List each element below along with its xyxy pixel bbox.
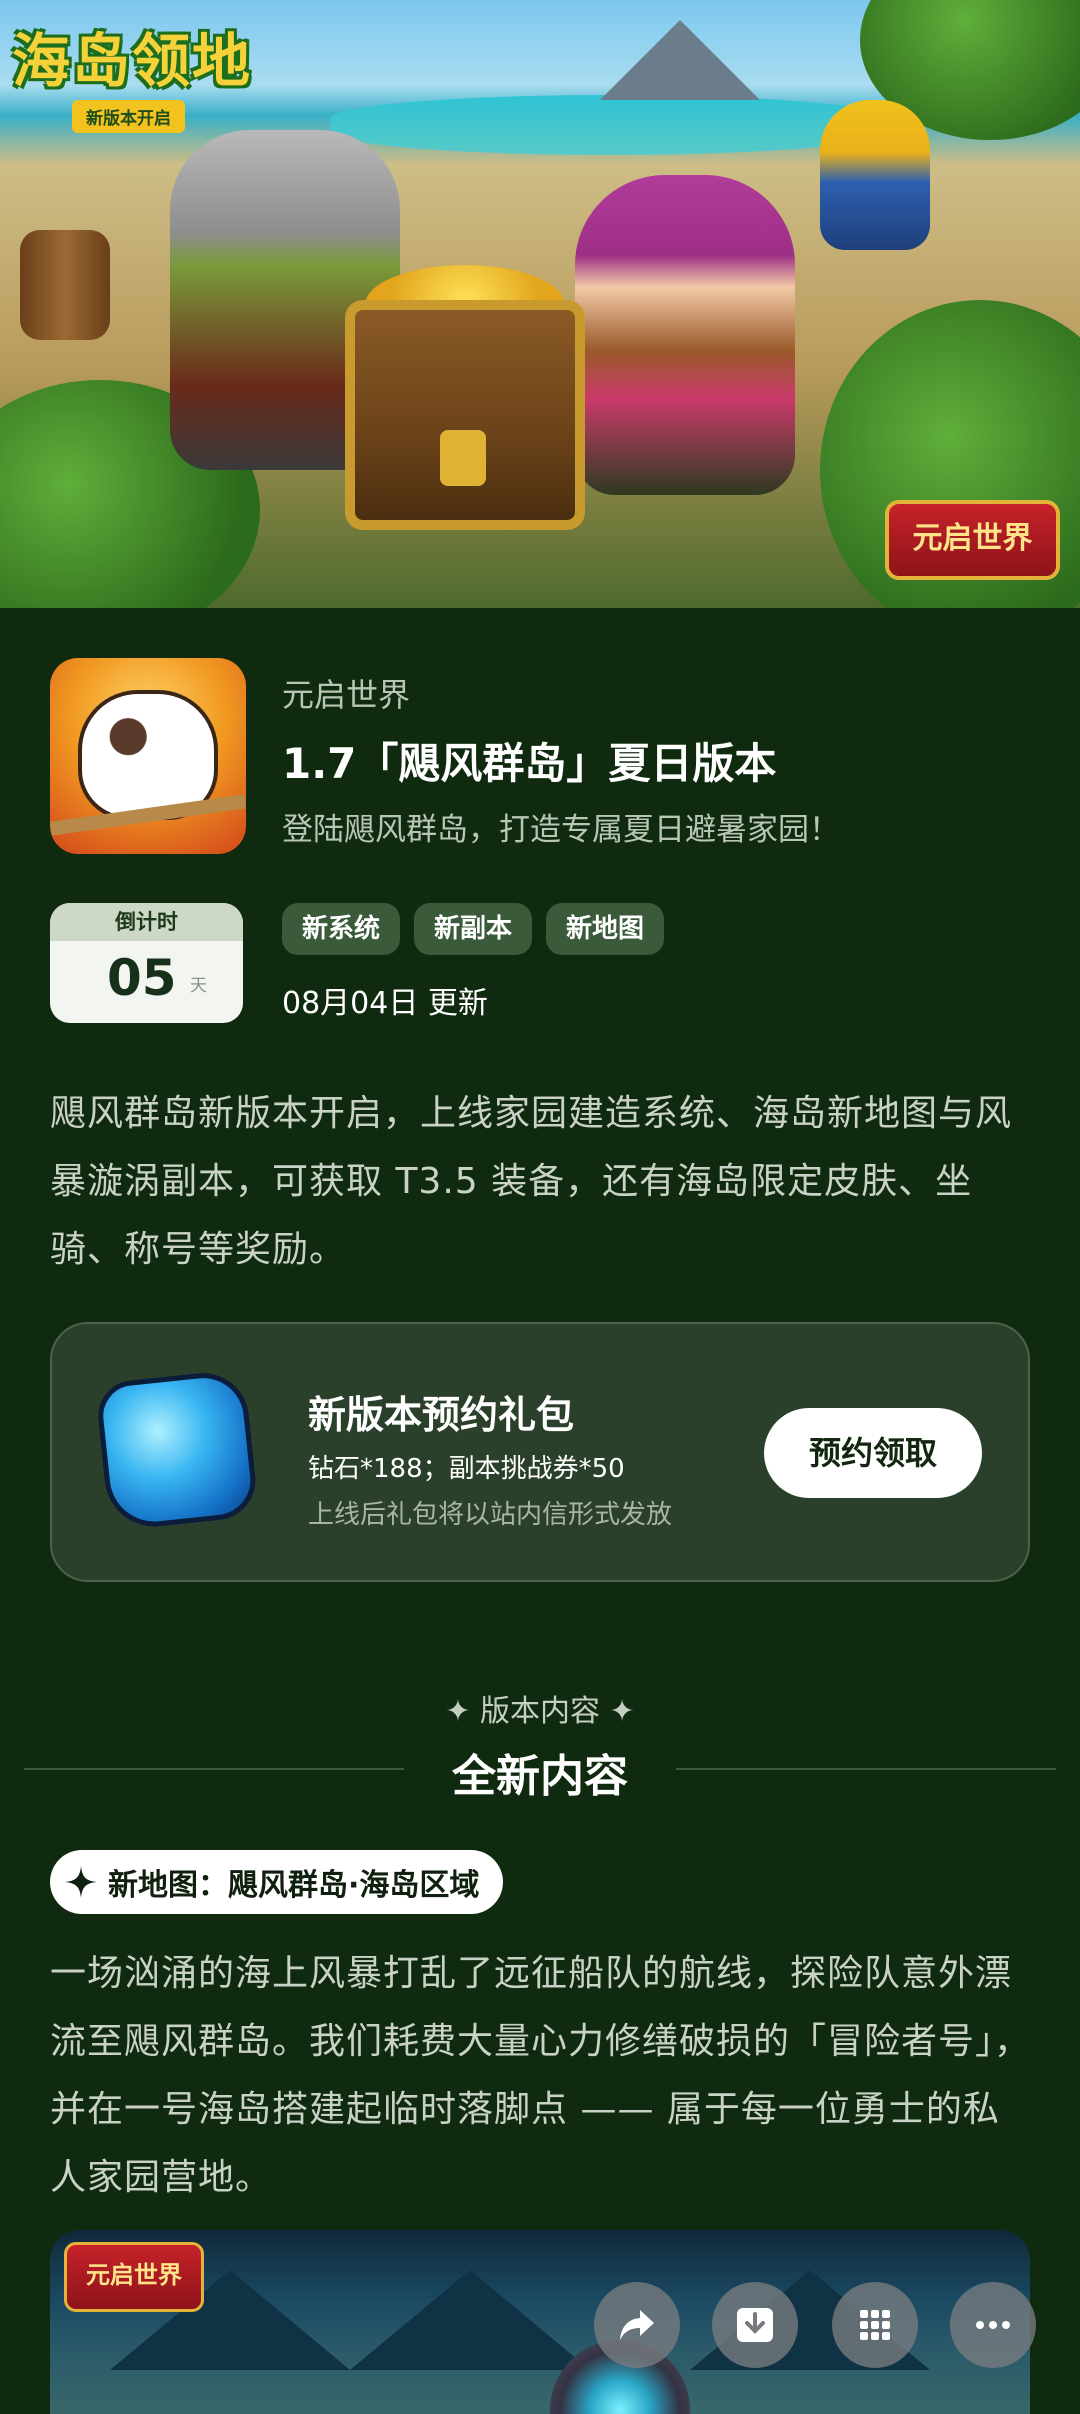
tag-new-system: 新系统 xyxy=(282,903,401,955)
diamond-gem-icon xyxy=(94,1368,260,1532)
game-logo-subtitle: 新版本开启 xyxy=(72,100,185,133)
more-icon xyxy=(976,2321,1010,2329)
countdown-value: 05 xyxy=(107,949,177,1007)
feature-pill: 新地图：飓风群岛·海岛区域 xyxy=(50,1850,504,1914)
astronaut-character xyxy=(820,100,930,250)
share-icon xyxy=(620,2310,654,2340)
brand-badge-text: 元启世界 xyxy=(912,521,1033,556)
hero-sea xyxy=(330,95,890,155)
countdown-box: 倒计时 05 天 xyxy=(50,903,243,1023)
download-button[interactable] xyxy=(712,2282,798,2368)
hero-banner: 海岛领地 新版本开启 元启世界 xyxy=(0,0,1080,608)
reserve-claim-button[interactable]: 预约领取 xyxy=(764,1408,982,1498)
hero-volcano xyxy=(600,20,760,100)
app-icon[interactable] xyxy=(50,658,246,854)
apps-button[interactable] xyxy=(832,2282,918,2368)
pirate-character xyxy=(575,175,795,495)
game-logo: 海岛领地 新版本开启 xyxy=(12,14,262,134)
section-title-row: 全新内容 xyxy=(24,1740,1056,1802)
page-title: 1.7「飓风群岛」夏日版本 xyxy=(282,739,777,788)
tag-new-dungeon: 新副本 xyxy=(414,903,533,955)
treasure-chest xyxy=(345,300,585,530)
feature-pill-label: 新地图：飓风群岛·海岛区域 xyxy=(108,1868,480,1903)
game-logo-title: 海岛领地 xyxy=(12,27,253,95)
divider-right xyxy=(676,1768,1056,1770)
tag-new-map: 新地图 xyxy=(546,903,665,955)
image-brand-badge: 元启世界 xyxy=(64,2242,204,2312)
chest-lock xyxy=(440,430,486,486)
version-description: 飓风群岛新版本开启，上线家园建造系统、海岛新地图与风暴漩涡副本，可获取 T3.5… xyxy=(50,1093,1013,1270)
section-kicker: ✦ 版本内容 ✦ xyxy=(445,1694,635,1729)
feature-story: 一场汹涌的海上风暴打乱了远征船队的航线，探险队意外漂流至飓风群岛。我们耗费大量心… xyxy=(50,1953,1032,2198)
update-date: 08月04日 更新 xyxy=(282,986,488,1021)
reservation-note: 上线后礼包将以站内信形式发放 xyxy=(308,1500,673,1530)
image-brand-badge-text: 元启世界 xyxy=(86,2261,182,2289)
barrel-illustration xyxy=(20,230,110,340)
grid-icon xyxy=(860,2310,890,2340)
download-icon xyxy=(737,2308,773,2342)
share-button[interactable] xyxy=(594,2282,680,2368)
reservation-card: 新版本预约礼包 钻石*188；副本挑战券*50 上线后礼包将以站内信形式发放 预… xyxy=(50,1322,1030,1582)
sparkle-icon xyxy=(65,1866,97,1898)
reservation-items: 钻石*188；副本挑战券*50 xyxy=(308,1454,625,1484)
countdown-unit: 天 xyxy=(190,976,207,996)
publisher-name: 元启世界 xyxy=(282,676,411,714)
countdown-label: 倒计时 xyxy=(50,903,243,941)
brand-badge: 元启世界 xyxy=(885,500,1060,580)
tag-list: 新系统 新副本 新地图 xyxy=(282,903,665,955)
more-button[interactable] xyxy=(950,2282,1036,2368)
image-mountain-2 xyxy=(350,2270,590,2370)
tagline: 登陆飓风群岛，打造专属夏日避暑家园！ xyxy=(282,812,840,848)
reservation-title: 新版本预约礼包 xyxy=(308,1393,575,1437)
section-title: 全新内容 xyxy=(452,1751,628,1802)
